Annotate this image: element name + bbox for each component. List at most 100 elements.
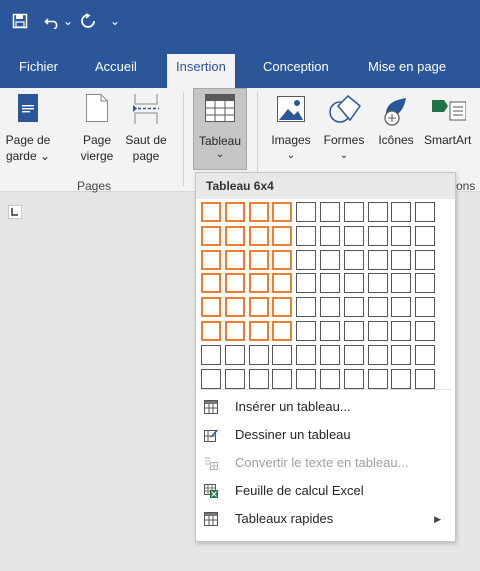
grid-cell-selected[interactable] bbox=[225, 250, 245, 270]
tab-insertion[interactable]: Insertion bbox=[167, 54, 235, 88]
inserer-tableau-menu-item[interactable]: Insérer un tableau... bbox=[196, 394, 455, 420]
tableaux-rapides-menu-item[interactable]: Tableaux rapides ▶ bbox=[196, 506, 455, 532]
grid-cell[interactable] bbox=[320, 202, 340, 222]
grid-cell[interactable] bbox=[320, 297, 340, 317]
grid-cell-selected[interactable] bbox=[225, 297, 245, 317]
page-vierge-button[interactable]: Page vierge bbox=[76, 92, 118, 178]
grid-cell[interactable] bbox=[368, 345, 388, 365]
customize-toolbar-icon[interactable]: ⌄ bbox=[110, 10, 120, 32]
grid-cell[interactable] bbox=[272, 345, 292, 365]
grid-cell-selected[interactable] bbox=[225, 273, 245, 293]
grid-cell[interactable] bbox=[368, 297, 388, 317]
grid-cell[interactable] bbox=[344, 369, 364, 389]
grid-cell[interactable] bbox=[320, 273, 340, 293]
grid-cell[interactable] bbox=[344, 273, 364, 293]
grid-cell[interactable] bbox=[296, 321, 316, 341]
grid-cell[interactable] bbox=[391, 202, 411, 222]
grid-cell[interactable] bbox=[391, 345, 411, 365]
icones-button[interactable]: Icônes bbox=[372, 92, 420, 162]
grid-cell[interactable] bbox=[296, 250, 316, 270]
grid-cell[interactable] bbox=[201, 345, 221, 365]
grid-cell[interactable] bbox=[368, 369, 388, 389]
grid-cell[interactable] bbox=[344, 250, 364, 270]
grid-cell[interactable] bbox=[415, 226, 435, 246]
grid-cell[interactable] bbox=[272, 369, 292, 389]
grid-cell[interactable] bbox=[415, 297, 435, 317]
grid-cell-selected[interactable] bbox=[201, 250, 221, 270]
grid-cell-selected[interactable] bbox=[272, 297, 292, 317]
grid-cell-selected[interactable] bbox=[201, 273, 221, 293]
save-icon[interactable] bbox=[12, 10, 28, 32]
grid-cell[interactable] bbox=[391, 250, 411, 270]
grid-cell[interactable] bbox=[344, 321, 364, 341]
grid-cell[interactable] bbox=[344, 226, 364, 246]
grid-cell[interactable] bbox=[415, 321, 435, 341]
grid-cell[interactable] bbox=[296, 297, 316, 317]
grid-cell[interactable] bbox=[225, 369, 245, 389]
dessiner-tableau-menu-item[interactable]: Dessiner un tableau bbox=[196, 422, 455, 448]
grid-cell-selected[interactable] bbox=[249, 297, 269, 317]
grid-cell[interactable] bbox=[344, 202, 364, 222]
grid-cell-selected[interactable] bbox=[272, 321, 292, 341]
grid-cell-selected[interactable] bbox=[201, 226, 221, 246]
undo-dropdown-icon[interactable]: ⌄ bbox=[63, 10, 73, 32]
smartart-button[interactable]: SmartArt bbox=[424, 92, 480, 162]
grid-cell[interactable] bbox=[320, 345, 340, 365]
grid-cell[interactable] bbox=[320, 321, 340, 341]
grid-cell-selected[interactable] bbox=[249, 202, 269, 222]
grid-cell[interactable] bbox=[201, 369, 221, 389]
tab-accueil[interactable]: Accueil bbox=[95, 54, 137, 88]
grid-cell[interactable] bbox=[391, 297, 411, 317]
grid-cell[interactable] bbox=[320, 226, 340, 246]
grid-cell[interactable] bbox=[249, 345, 269, 365]
grid-cell[interactable] bbox=[320, 369, 340, 389]
grid-cell[interactable] bbox=[391, 321, 411, 341]
grid-cell-selected[interactable] bbox=[225, 226, 245, 246]
grid-cell[interactable] bbox=[391, 273, 411, 293]
grid-cell[interactable] bbox=[415, 250, 435, 270]
grid-cell-selected[interactable] bbox=[272, 226, 292, 246]
redo-icon[interactable] bbox=[80, 10, 96, 32]
grid-cell[interactable] bbox=[249, 369, 269, 389]
grid-cell[interactable] bbox=[368, 273, 388, 293]
grid-cell[interactable] bbox=[344, 297, 364, 317]
grid-cell-selected[interactable] bbox=[201, 321, 221, 341]
tableau-button[interactable]: Tableau ⌄ bbox=[193, 88, 247, 170]
grid-cell-selected[interactable] bbox=[249, 273, 269, 293]
grid-cell[interactable] bbox=[415, 273, 435, 293]
page-de-garde-button[interactable]: Page de garde ⌄ bbox=[3, 92, 53, 178]
grid-cell-selected[interactable] bbox=[249, 226, 269, 246]
grid-cell-selected[interactable] bbox=[272, 250, 292, 270]
grid-cell-selected[interactable] bbox=[225, 321, 245, 341]
grid-cell[interactable] bbox=[296, 369, 316, 389]
grid-cell[interactable] bbox=[368, 226, 388, 246]
grid-cell[interactable] bbox=[391, 226, 411, 246]
undo-icon[interactable] bbox=[44, 10, 60, 32]
grid-cell[interactable] bbox=[415, 345, 435, 365]
grid-cell-selected[interactable] bbox=[249, 321, 269, 341]
grid-cell[interactable] bbox=[296, 345, 316, 365]
grid-cell-selected[interactable] bbox=[272, 273, 292, 293]
grid-cell-selected[interactable] bbox=[201, 202, 221, 222]
grid-cell[interactable] bbox=[344, 345, 364, 365]
grid-cell[interactable] bbox=[415, 202, 435, 222]
grid-cell-selected[interactable] bbox=[201, 297, 221, 317]
saut-de-page-button[interactable]: Saut de page bbox=[121, 92, 171, 178]
grid-cell[interactable] bbox=[296, 273, 316, 293]
tab-conception[interactable]: Conception bbox=[263, 54, 329, 88]
grid-cell[interactable] bbox=[391, 369, 411, 389]
images-button[interactable]: Images ⌄ bbox=[265, 92, 317, 162]
feuille-excel-menu-item[interactable]: Feuille de calcul Excel bbox=[196, 478, 455, 504]
grid-cell[interactable] bbox=[368, 250, 388, 270]
grid-cell[interactable] bbox=[296, 202, 316, 222]
tab-mise-en-page[interactable]: Mise en page bbox=[368, 54, 446, 88]
formes-button[interactable]: Formes ⌄ bbox=[318, 92, 370, 162]
grid-cell[interactable] bbox=[415, 369, 435, 389]
grid-cell[interactable] bbox=[225, 345, 245, 365]
tab-selector[interactable] bbox=[8, 205, 22, 219]
grid-cell-selected[interactable] bbox=[249, 250, 269, 270]
tab-fichier[interactable]: Fichier bbox=[19, 54, 58, 88]
grid-cell[interactable] bbox=[368, 321, 388, 341]
grid-cell-selected[interactable] bbox=[272, 202, 292, 222]
grid-cell[interactable] bbox=[368, 202, 388, 222]
